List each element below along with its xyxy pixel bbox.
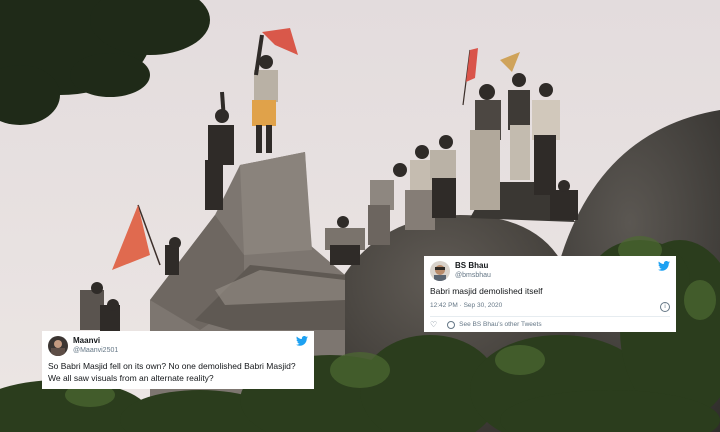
avatar[interactable] [430,261,450,281]
other-tweets-link[interactable]: See BS Bhau's other Tweets [459,321,541,328]
avatar[interactable] [48,336,68,356]
twitter-bird-icon[interactable] [296,336,308,346]
divider [430,316,670,317]
tweet-card-maanvi[interactable]: Maanvi @Maanvi2501 So Babri Masjid fell … [42,331,314,389]
author-handle[interactable]: @Maanvi2501 [73,346,118,356]
author-name[interactable]: BS Bhau [455,261,491,271]
person-icon [447,320,456,329]
twitter-bird-icon[interactable] [658,261,670,271]
tweet-text: So Babri Masjid fell on its own? No one … [48,361,296,383]
photo-scene: Maanvi @Maanvi2501 So Babri Masjid fell … [0,0,720,432]
tweet-timestamp[interactable]: 12:42 PM · Sep 30, 2020 [430,302,502,312]
tweet-card-bs-bhau[interactable]: BS Bhau @bmsbhau Babri masjid demolished… [424,256,676,332]
tweet-text: Babri masjid demolished itself [430,286,543,296]
author-handle[interactable]: @bmsbhau [455,271,491,281]
author-name[interactable]: Maanvi [73,336,118,346]
info-icon[interactable]: i [660,302,670,312]
heart-icon[interactable]: ♡ [430,320,437,329]
